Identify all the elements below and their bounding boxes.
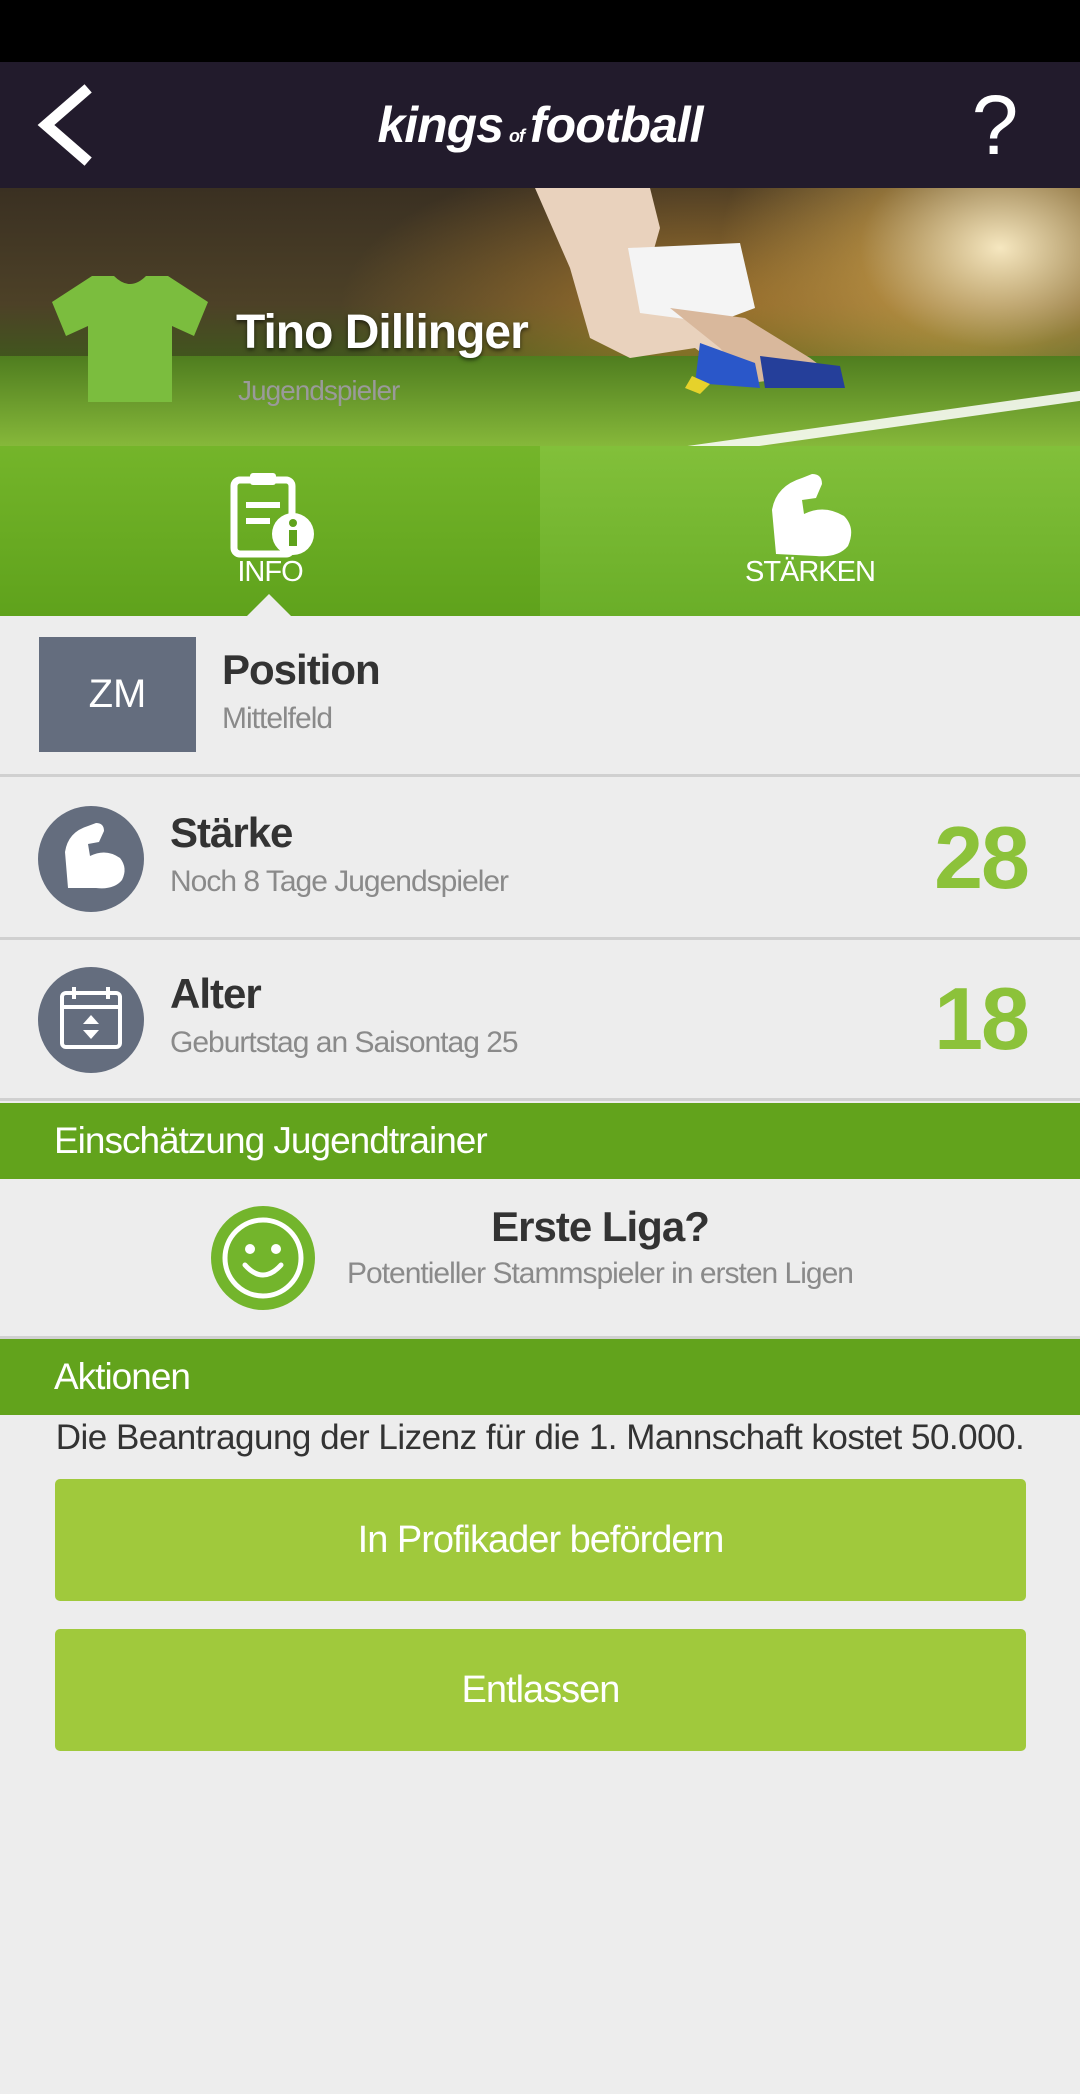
flexed-arm-icon (38, 806, 144, 912)
position-title: Position (222, 646, 381, 693)
info-clipboard-icon (230, 473, 314, 558)
evaluation-title: Erste Liga? (491, 1203, 710, 1250)
help-button[interactable]: ? (960, 82, 1030, 168)
alter-title: Alter (170, 970, 262, 1017)
logo-kings-text: kings (377, 97, 504, 153)
position-subtitle: Mittelfeld (222, 702, 333, 735)
tab-bar: INFO STÄRKEN (0, 446, 1080, 616)
player-name: Tino Dillinger (236, 306, 529, 359)
actions-header-label: Aktionen (54, 1356, 191, 1397)
active-tab-pointer (247, 594, 291, 616)
promote-to-pro-button[interactable]: In Profikader befördern (55, 1479, 1026, 1601)
logo-of-text: of (509, 126, 525, 146)
flexed-arm-icon (772, 474, 852, 557)
app-logo: kings of football (0, 62, 1080, 188)
tab-staerken[interactable]: STÄRKEN (540, 446, 1080, 616)
top-bar: kings of football ? (0, 62, 1080, 188)
player-banner (0, 188, 1080, 446)
logo-football-text: football (530, 97, 704, 153)
alter-subtitle: Geburtstag an Saisontag 25 (170, 1026, 519, 1059)
alter-row: Alter Geburtstag an Saisontag 25 18 (0, 940, 1080, 1101)
evaluation-header-label: Einschätzung Jugendtrainer (54, 1120, 488, 1161)
position-row: ZM Position Mittelfeld (0, 616, 1080, 777)
position-badge: ZM (39, 637, 196, 752)
evaluation-header: Einschätzung Jugendtrainer (0, 1103, 1080, 1179)
staerke-subtitle: Noch 8 Tage Jugendspieler (170, 865, 509, 898)
tab-info-label: INFO (237, 556, 303, 588)
actions-header: Aktionen (0, 1339, 1080, 1415)
evaluation-subtitle: Potentieller Stammspieler in ersten Lige… (347, 1257, 854, 1290)
staerke-row: Stärke Noch 8 Tage Jugendspieler 28 (0, 779, 1080, 940)
release-player-button[interactable]: Entlassen (55, 1629, 1026, 1751)
alter-value: 18 (934, 969, 1030, 1068)
status-bar (0, 0, 1080, 62)
staerke-value: 28 (934, 808, 1030, 907)
tab-staerken-label: STÄRKEN (745, 556, 876, 588)
staerke-title: Stärke (170, 809, 293, 856)
player-role: Jugendspieler (238, 375, 400, 406)
license-cost-note: Die Beantragung der Lizenz für die 1. Ma… (55, 1418, 1025, 1457)
shirt-icon (52, 276, 208, 402)
player-photo-silhouette (535, 188, 845, 394)
smiley-icon (211, 1206, 315, 1310)
evaluation-row: Erste Liga? Potentieller Stammspieler in… (0, 1179, 1080, 1339)
tab-info[interactable]: INFO (0, 446, 540, 616)
calendar-icon (38, 967, 144, 1073)
